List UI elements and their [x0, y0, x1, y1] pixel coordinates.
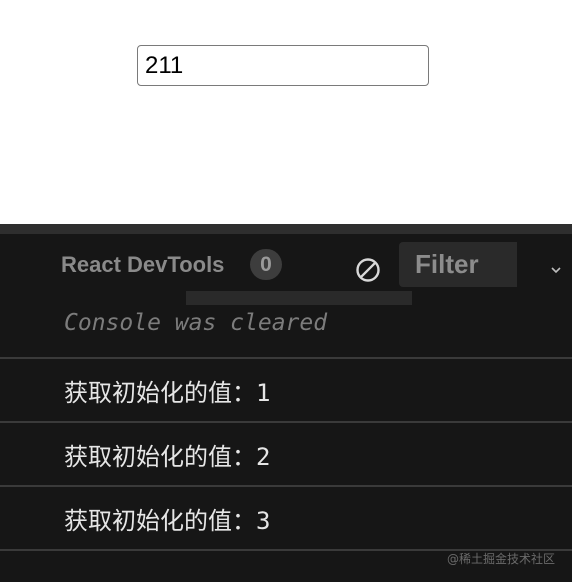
log-label: 获取初始化的值：	[64, 379, 256, 407]
log-label: 获取初始化的值：	[64, 507, 256, 535]
clear-console-icon	[356, 258, 380, 282]
toolbar-scrollbar[interactable]	[186, 291, 412, 305]
chevron-down-icon	[551, 267, 561, 274]
devtools-console-panel: React DevTools 0 Filter Console was clea…	[0, 224, 572, 582]
log-value: 2	[256, 443, 271, 471]
console-log-row[interactable]: 获取初始化的值：2	[0, 423, 572, 485]
filter-placeholder: Filter	[415, 249, 479, 279]
watermark: @稀土掘金技术社区	[447, 552, 556, 566]
log-message: 获取初始化的值：1	[64, 373, 270, 408]
console-cleared-message: Console was cleared	[64, 310, 328, 336]
app-page	[0, 0, 572, 224]
text-input[interactable]	[137, 45, 429, 86]
log-label: 获取初始化的值：	[64, 443, 256, 471]
log-level-dropdown[interactable]	[548, 262, 564, 278]
message-count-badge: 0	[250, 249, 282, 280]
log-value: 1	[256, 379, 271, 407]
clear-console-button[interactable]	[354, 256, 382, 284]
console-log-row[interactable]: 获取初始化的值：3	[0, 487, 572, 549]
console-toolbar: React DevTools 0 Filter	[0, 234, 572, 305]
log-value: 3	[256, 507, 271, 535]
log-message: 获取初始化的值：2	[64, 437, 270, 472]
log-message: 获取初始化的值：3	[64, 501, 270, 536]
panel-top-border	[0, 224, 572, 234]
react-devtools-label[interactable]: React DevTools	[61, 252, 224, 278]
filter-input[interactable]: Filter	[399, 242, 517, 287]
console-log-row[interactable]: 获取初始化的值：1	[0, 359, 572, 421]
